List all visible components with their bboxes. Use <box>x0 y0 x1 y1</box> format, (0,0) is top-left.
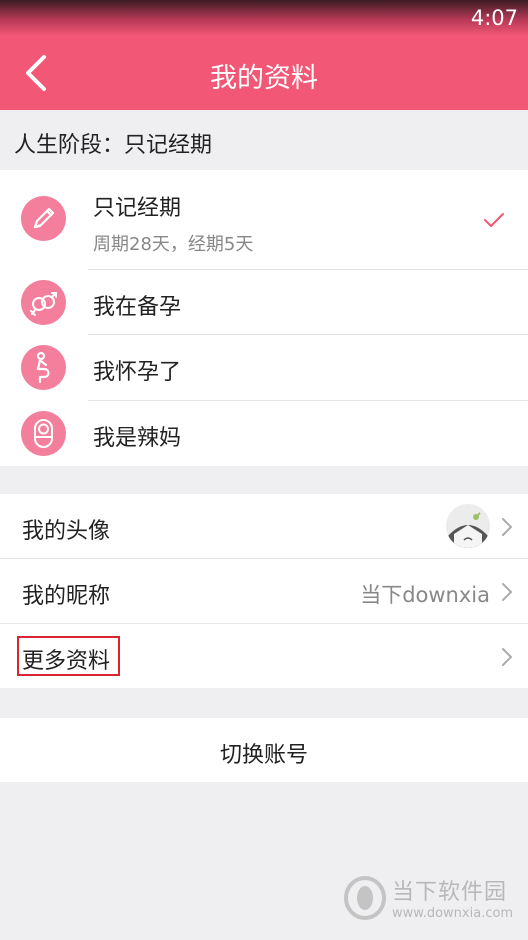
life-stage-label: 人生阶段：只记经期 <box>0 110 528 170</box>
pencil-icon <box>21 196 66 241</box>
avatar-label: 我的头像 <box>22 519 111 544</box>
chevron-right-icon <box>502 518 512 536</box>
stage-option-name: 只记经期 <box>93 196 182 221</box>
chevron-right-icon <box>502 583 512 601</box>
checkmark-icon <box>484 213 504 227</box>
gender-rings-icon <box>21 280 66 325</box>
switch-account-button[interactable]: 切换账号 <box>0 718 528 782</box>
app-header: 我的资料 <box>0 36 528 110</box>
watermark: 当下软件园 www.downxia.com <box>340 868 520 928</box>
page-title: 我的资料 <box>210 63 318 94</box>
pregnant-icon <box>21 345 66 390</box>
chevron-right-icon <box>502 648 512 666</box>
avatar <box>446 504 490 548</box>
nickname-row[interactable]: 我的昵称 当下downxia <box>0 559 528 623</box>
life-stage-list: 只记经期 周期28天，经期5天 我在备孕 我怀孕了 我是辣妈 <box>0 170 528 466</box>
stage-option-period[interactable]: 只记经期 周期28天，经期5天 <box>0 170 528 268</box>
status-bar: 4:07 <box>0 0 528 36</box>
stage-option-name: 我是辣妈 <box>93 426 182 451</box>
nickname-value: 当下downxia <box>360 583 490 607</box>
stage-option-name: 我在备孕 <box>93 295 182 320</box>
switch-account-label: 切换账号 <box>219 743 308 768</box>
more-info-label: 更多资料 <box>22 649 111 674</box>
stage-option-mom[interactable]: 我是辣妈 <box>0 401 528 466</box>
watermark-url: www.downxia.com <box>392 906 514 921</box>
more-info-row[interactable]: 更多资料 <box>0 624 528 688</box>
stage-option-trying[interactable]: 我在备孕 <box>0 270 528 334</box>
profile-list: 我的头像 我的昵称 当下downxia 更多资料 <box>0 494 528 688</box>
stage-option-pregnant[interactable]: 我怀孕了 <box>0 335 528 400</box>
watermark-logo-icon <box>344 876 386 920</box>
stage-option-name: 我怀孕了 <box>93 360 182 385</box>
baby-icon <box>21 411 66 456</box>
watermark-name: 当下软件园 <box>392 880 508 905</box>
nickname-label: 我的昵称 <box>22 584 111 609</box>
status-time: 4:07 <box>470 6 518 30</box>
stage-option-detail: 周期28天，经期5天 <box>93 234 254 255</box>
avatar-row[interactable]: 我的头像 <box>0 494 528 558</box>
life-stage-text: 人生阶段：只记经期 <box>14 133 213 158</box>
